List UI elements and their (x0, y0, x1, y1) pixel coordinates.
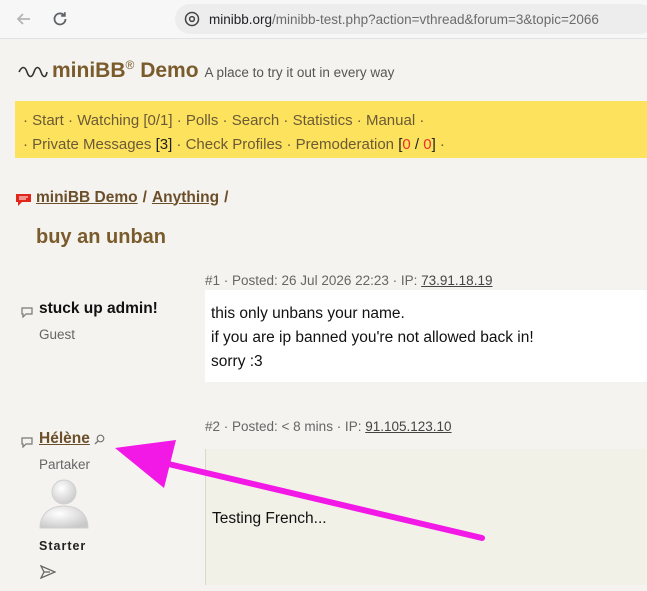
menu-statistics-link[interactable]: Statistics (293, 112, 353, 129)
logo-wave-icon (18, 66, 48, 77)
back-arrow-icon[interactable] (10, 5, 38, 33)
author-profile-link[interactable]: Hélène (39, 430, 90, 448)
post-author: Hélène (39, 430, 105, 448)
topic-title: buy an unban (36, 226, 166, 248)
menu-start-link[interactable]: Start (32, 112, 64, 129)
menu-watching-link[interactable]: Watching [0/1] (77, 112, 172, 129)
menu-private-messages-link[interactable]: Private Messages [3] (32, 136, 172, 153)
author-role: Partaker (39, 457, 91, 472)
breadcrumb-forum-link[interactable]: Anything (152, 189, 219, 207)
pm-count: [3] (155, 136, 173, 153)
menu-search-link[interactable]: Search (232, 112, 280, 129)
comment-icon (21, 437, 33, 448)
main-menu: · Start · Watching [0/1] · Polls · Searc… (15, 101, 647, 158)
post-ip-link[interactable]: 73.91.18.19 (421, 273, 492, 288)
post-author: stuck up admin! (39, 300, 158, 317)
browser-toolbar: minibb.org/minibb-test.php?action=vthrea… (0, 0, 647, 39)
breadcrumb-home-link[interactable]: miniBB Demo (36, 189, 138, 207)
site-info-icon[interactable] (184, 11, 200, 27)
site-title[interactable]: miniBB® Demo (52, 58, 199, 83)
breadcrumb: miniBB Demo / Anything / (15, 188, 233, 207)
author-rank: Starter (39, 539, 87, 553)
menu-premoderation-link[interactable]: Premoderation [0 / 0] (296, 136, 436, 153)
site-header: miniBB® Demo A place to try it out in ev… (18, 58, 394, 83)
site-tagline: A place to try it out in every way (204, 65, 395, 80)
post-ip-link[interactable]: 91.105.123.10 (365, 419, 451, 434)
url-host: minibb.org (209, 11, 273, 27)
post-body: Testing French... (205, 449, 647, 585)
premod-count-a: 0 (402, 136, 411, 153)
address-bar[interactable]: minibb.org/minibb-test.php?action=vthrea… (175, 4, 647, 34)
author-role: Guest (39, 327, 76, 342)
speech-bubble-icon (16, 194, 31, 206)
premod-count-b: 0 (423, 136, 432, 153)
url-path: /minibb-test.php?action=vthread&forum=3&… (272, 11, 599, 27)
post-body: this only unbans your name. if you are i… (205, 290, 647, 382)
reload-icon[interactable] (46, 5, 74, 33)
search-user-icon[interactable] (94, 434, 105, 445)
post-meta: #1 · Posted: 26 Jul 2026 22:23 · IP: 73.… (205, 273, 493, 288)
menu-check-profiles-link[interactable]: Check Profiles (186, 136, 283, 153)
post-meta: #2 · Posted: < 8 mins · IP: 91.105.123.1… (205, 419, 452, 434)
menu-row-1: · Start · Watching [0/1] · Polls · Searc… (23, 112, 425, 129)
menu-row-2: · Private Messages [3] · Check Profiles … (23, 136, 445, 153)
menu-manual-link[interactable]: Manual (366, 112, 415, 129)
avatar-icon[interactable] (38, 477, 90, 529)
menu-polls-link[interactable]: Polls (186, 112, 219, 129)
send-message-icon[interactable] (40, 565, 56, 579)
comment-icon (21, 307, 33, 318)
